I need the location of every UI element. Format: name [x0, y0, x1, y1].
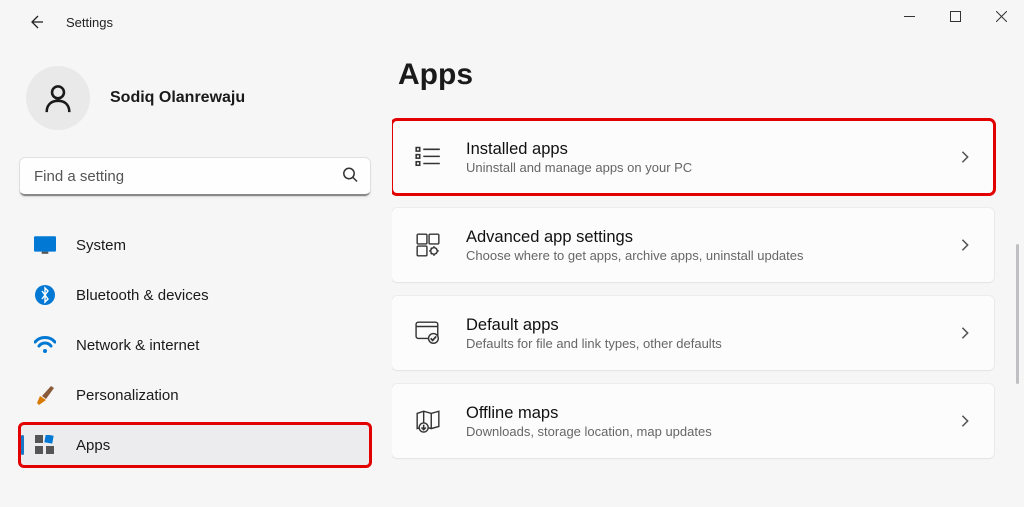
maximize-icon: [950, 11, 961, 22]
list-icon: [414, 143, 442, 171]
sidebar-item-bluetooth[interactable]: Bluetooth & devices: [20, 274, 370, 316]
maximize-button[interactable]: [932, 0, 978, 32]
close-icon: [996, 11, 1007, 22]
main-content: Apps Installed apps Uninstall and manage…: [392, 44, 1024, 507]
card-body: Advanced app settings Choose where to ge…: [466, 228, 958, 263]
titlebar: Settings: [0, 0, 1024, 44]
default-apps-icon: [414, 319, 442, 347]
settings-cards: Installed apps Uninstall and manage apps…: [392, 120, 994, 458]
card-subtitle: Defaults for file and link types, other …: [466, 336, 958, 351]
card-installed-apps[interactable]: Installed apps Uninstall and manage apps…: [392, 120, 994, 194]
app-settings-icon: [414, 231, 442, 259]
sidebar-item-label: System: [76, 237, 126, 254]
sidebar-item-personalization[interactable]: Personalization: [20, 374, 370, 416]
display-icon: [34, 234, 56, 256]
window-title: Settings: [66, 15, 113, 30]
back-button[interactable]: [24, 10, 48, 34]
sidebar-item-network[interactable]: Network & internet: [20, 324, 370, 366]
card-title: Advanced app settings: [466, 228, 958, 247]
minimize-icon: [904, 11, 915, 22]
person-icon: [41, 81, 75, 115]
card-title: Offline maps: [466, 404, 958, 423]
card-title: Default apps: [466, 316, 958, 335]
back-arrow-icon: [28, 14, 44, 30]
card-body: Installed apps Uninstall and manage apps…: [466, 140, 958, 175]
search-box: [20, 158, 370, 196]
card-title: Installed apps: [466, 140, 958, 159]
page-title: Apps: [392, 58, 994, 92]
sidebar-item-label: Personalization: [76, 387, 179, 404]
avatar: [26, 66, 90, 130]
sidebar-item-label: Network & internet: [76, 337, 199, 354]
chevron-right-icon: [958, 414, 972, 428]
card-offline-maps[interactable]: Offline maps Downloads, storage location…: [392, 384, 994, 458]
sidebar-item-system[interactable]: System: [20, 224, 370, 266]
map-icon: [414, 407, 442, 435]
card-advanced-app-settings[interactable]: Advanced app settings Choose where to ge…: [392, 208, 994, 282]
card-default-apps[interactable]: Default apps Defaults for file and link …: [392, 296, 994, 370]
profile-name: Sodiq Olanrewaju: [110, 89, 245, 107]
close-button[interactable]: [978, 0, 1024, 32]
card-subtitle: Uninstall and manage apps on your PC: [466, 160, 958, 175]
sidebar-nav: System Bluetooth & devices Network & int…: [20, 224, 370, 466]
chevron-right-icon: [958, 150, 972, 164]
card-body: Offline maps Downloads, storage location…: [466, 404, 958, 439]
chevron-right-icon: [958, 326, 972, 340]
paintbrush-icon: [34, 384, 56, 406]
sidebar-item-label: Apps: [76, 437, 110, 454]
search-icon: [342, 167, 358, 188]
profile-section[interactable]: Sodiq Olanrewaju: [26, 66, 370, 130]
wifi-icon: [34, 334, 56, 356]
sidebar-item-apps[interactable]: Apps: [20, 424, 370, 466]
sidebar: Sodiq Olanrewaju System Bluetooth & devi…: [20, 44, 392, 507]
scrollbar[interactable]: [1016, 244, 1019, 384]
apps-icon: [34, 434, 56, 456]
card-subtitle: Choose where to get apps, archive apps, …: [466, 248, 958, 263]
card-subtitle: Downloads, storage location, map updates: [466, 424, 958, 439]
card-body: Default apps Defaults for file and link …: [466, 316, 958, 351]
search-input[interactable]: [20, 158, 370, 196]
sidebar-item-label: Bluetooth & devices: [76, 287, 209, 304]
bluetooth-icon: [34, 284, 56, 306]
chevron-right-icon: [958, 238, 972, 252]
minimize-button[interactable]: [886, 0, 932, 32]
window-controls: [886, 0, 1024, 32]
